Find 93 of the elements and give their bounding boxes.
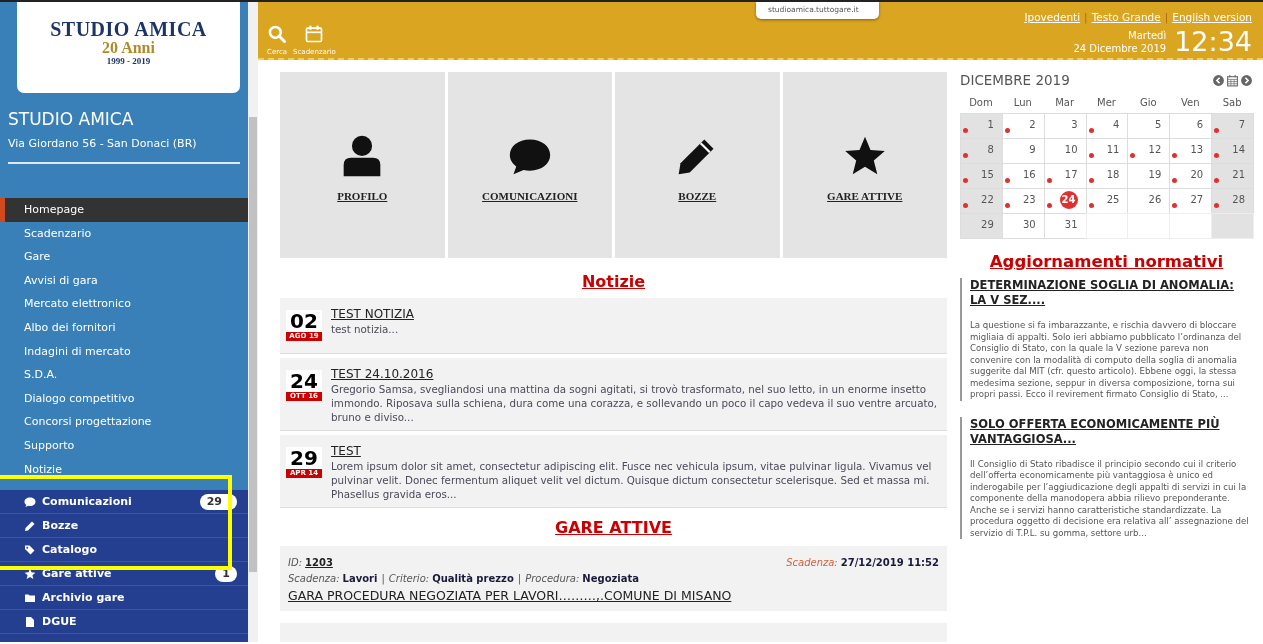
document-icon — [24, 615, 36, 628]
calendar-day[interactable]: 7 — [1211, 113, 1254, 139]
organization-name: STUDIO AMICA — [8, 108, 135, 130]
pencil-icon — [24, 519, 36, 532]
weekday-label: Gio — [1139, 96, 1158, 110]
calendar-icon[interactable] — [1226, 73, 1239, 87]
calendar-day[interactable]: 22 — [960, 188, 1003, 214]
calendar-day[interactable]: 8 — [960, 138, 1003, 164]
section-title[interactable]: Aggiornamenti normativi — [960, 252, 1253, 272]
news-text: test notizia... — [331, 322, 400, 336]
scrollbar-thumb[interactable] — [249, 117, 257, 572]
speech-bubble-icon — [24, 495, 36, 508]
menu-label: Comunicazioni — [42, 495, 133, 509]
menu-item[interactable]: Concorsi progettazione — [0, 410, 248, 434]
tender-id[interactable]: 1203 — [305, 557, 333, 568]
news-title[interactable]: TEST 24.10.2016 — [331, 367, 939, 382]
section-title[interactable]: Notizie — [280, 272, 947, 292]
menu-label: DGUE — [42, 615, 78, 629]
dashboard-tile[interactable]: COMUNICAZIONI — [447, 72, 612, 258]
article-title[interactable]: DETERMINAZIONE SOGLIA DI ANOMALIA: LA V SEZ.... — [970, 278, 1253, 308]
menu-item[interactable]: Dialogo competitivo — [0, 386, 248, 411]
field-value: Qualità prezzo — [432, 573, 514, 584]
calendar-icon — [304, 24, 325, 44]
calendar-day[interactable]: 15 — [960, 163, 1003, 189]
menu-label: Archivio gare — [42, 591, 126, 605]
logo-text: 20 Anni — [102, 40, 155, 56]
weekday-label: Dom — [968, 96, 994, 110]
menu-label: Gare attive — [42, 567, 113, 581]
date-text: 24 Dicembre 2019 — [1073, 42, 1167, 55]
menu-item[interactable]: Homepage — [0, 198, 248, 222]
menu-item[interactable]: DGUE — [0, 610, 248, 635]
star-icon — [24, 567, 36, 580]
separator: | — [517, 573, 522, 584]
menu-item[interactable]: Scadenzario — [0, 221, 248, 246]
weekday-label: Mar — [1054, 96, 1076, 110]
menu-item[interactable]: Indagini di mercato — [0, 339, 248, 364]
logo-text: 1999 - 2019 — [106, 56, 151, 67]
field-label: ID: — [288, 557, 303, 568]
news-text: Lorem ipsum dolor sit amet, consectetur adipiscing elit. Fusce nec vehicula ipsum, vitae pulvinar ligula. Vivamus vel pulvinar velit. Donec fermentum aliquet velit vel dictum. Quisque dictum consectetur scelerisque. Sed et massa mi. Phasellus gravida eros... — [331, 459, 933, 501]
tile-label: COMUNICAZIONI — [482, 190, 578, 202]
article-text: La questione si fa imbarazzante, e rischia davvero di bloccare migliaia di appalti. Solo ieri abbiamo pubblicato l’ordinanza del Consiglio di Stato, con la quale la V sezione pareva non convenire con la modalità di computo della soglia di anomalia suggerite dal MIT (cfr. questo articolo). Ebbene oggi, la stessa medesima sezione, seppur in diversa composizione, torna sui propri passi. Ecco il revirement firmato Consiglio di Stato, ... — [970, 320, 1243, 401]
weekday-label: Mer — [1096, 96, 1117, 110]
article-title[interactable]: SOLO OFFERTA ECONOMICAMENTE PIÙ VANTAGGIOSA... — [970, 416, 1253, 447]
menu-item[interactable]: Notizie — [0, 457, 248, 482]
deadline-value: 27/12/2019 11:52 — [840, 557, 939, 568]
weekday-label: Lun — [1012, 96, 1033, 110]
news-title[interactable]: TEST NOTIZIA — [331, 307, 939, 322]
calendar-day[interactable]: 1 — [960, 113, 1003, 139]
menu-item[interactable]: Comunicazioni 29 — [0, 490, 248, 515]
dashboard-tile[interactable]: PROFILO — [280, 72, 445, 258]
field-value: Negoziata — [582, 573, 640, 584]
menu-label: Bozze — [42, 519, 80, 533]
search-icon — [267, 24, 288, 44]
menu-item[interactable]: Albo dei fornitori — [0, 315, 248, 340]
tender-title[interactable]: GARA PROCEDURA NEGOZIATA PER LAVORI………,.COMUNE DI MISANO — [288, 587, 939, 605]
field-label: Criterio: — [388, 573, 430, 584]
article-text: Il Consiglio di Stato ribadisce il principio secondo cui il criterio dell’offerta economicamente più vantaggiosa è unico ed inderogabile per l’aggiudicazione degli appalti di servizi in cui la componente della manodopera abbia rilievo preponderante. Anche se i servizi hanno caratteristiche standardizzate. La procedura oggetto di decisione era relativa all’ assegnazione del servizio di T.P.L. su gomma, settore urb... — [970, 458, 1250, 539]
menu-item[interactable]: Catalogo — [0, 538, 248, 563]
section-title[interactable]: GARE ATTIVE — [280, 518, 947, 538]
calendar-day[interactable]: 28 — [1211, 188, 1254, 214]
separator: | — [1084, 11, 1088, 23]
calendar-day[interactable]: 21 — [1211, 163, 1254, 189]
dashboard-tile[interactable]: BOZZE — [615, 72, 780, 258]
tile-label: BOZZE — [678, 190, 717, 202]
calendar-month: DICEMBRE 2019 — [960, 72, 1070, 88]
menu-item[interactable]: S.D.A. — [0, 363, 248, 387]
menu-item[interactable]: Bozze — [0, 514, 248, 539]
field-label: Scadenza: — [288, 573, 340, 584]
weekday-label: Ven — [1179, 96, 1201, 110]
menu-item[interactable]: Gare — [0, 245, 248, 269]
menu-item[interactable]: Archivio gare — [0, 586, 248, 611]
calendar-day[interactable]: 14 — [1211, 138, 1254, 164]
organization-address: Via Giordano 56 - San Donaci (BR) — [8, 137, 198, 150]
field-value: Lavori — [342, 573, 378, 584]
weekday-text: Martedì — [1127, 29, 1167, 42]
menu-item[interactable]: Mercato elettronico — [0, 292, 248, 316]
field-label: Procedura: — [525, 573, 580, 584]
tile-label: GARE ATTIVE — [827, 190, 903, 202]
tile-label: PROFILO — [337, 190, 388, 202]
menu-item[interactable]: Avvisi di gara — [0, 268, 248, 293]
logo-text: STUDIO AMICA — [50, 18, 207, 40]
menu-label: Catalogo — [42, 543, 98, 557]
field-label: Scadenza: — [786, 557, 838, 568]
clock-time: 12:34 — [1174, 26, 1252, 58]
separator: | — [381, 573, 385, 584]
news-text: Gregorio Samsa, svegliandosi una mattina da sogni agitati, si trovò trasformato, nel suo letto, in un enorme insetto immondo. Riposava sulla schiena, dura come una corazza, e sollevando un poco il capo vedeva il suo ventre arcuato, bruno e diviso... — [331, 382, 939, 424]
calendar-day[interactable]: 29 — [960, 213, 1003, 239]
dashboard-tile[interactable]: GARE ATTIVE — [782, 72, 947, 258]
weekday-label: Sab — [1221, 96, 1243, 110]
tag-icon — [24, 543, 36, 556]
news-title[interactable]: TEST — [331, 444, 939, 459]
menu-item[interactable]: Supporto — [0, 433, 248, 458]
separator: | — [1164, 11, 1169, 23]
